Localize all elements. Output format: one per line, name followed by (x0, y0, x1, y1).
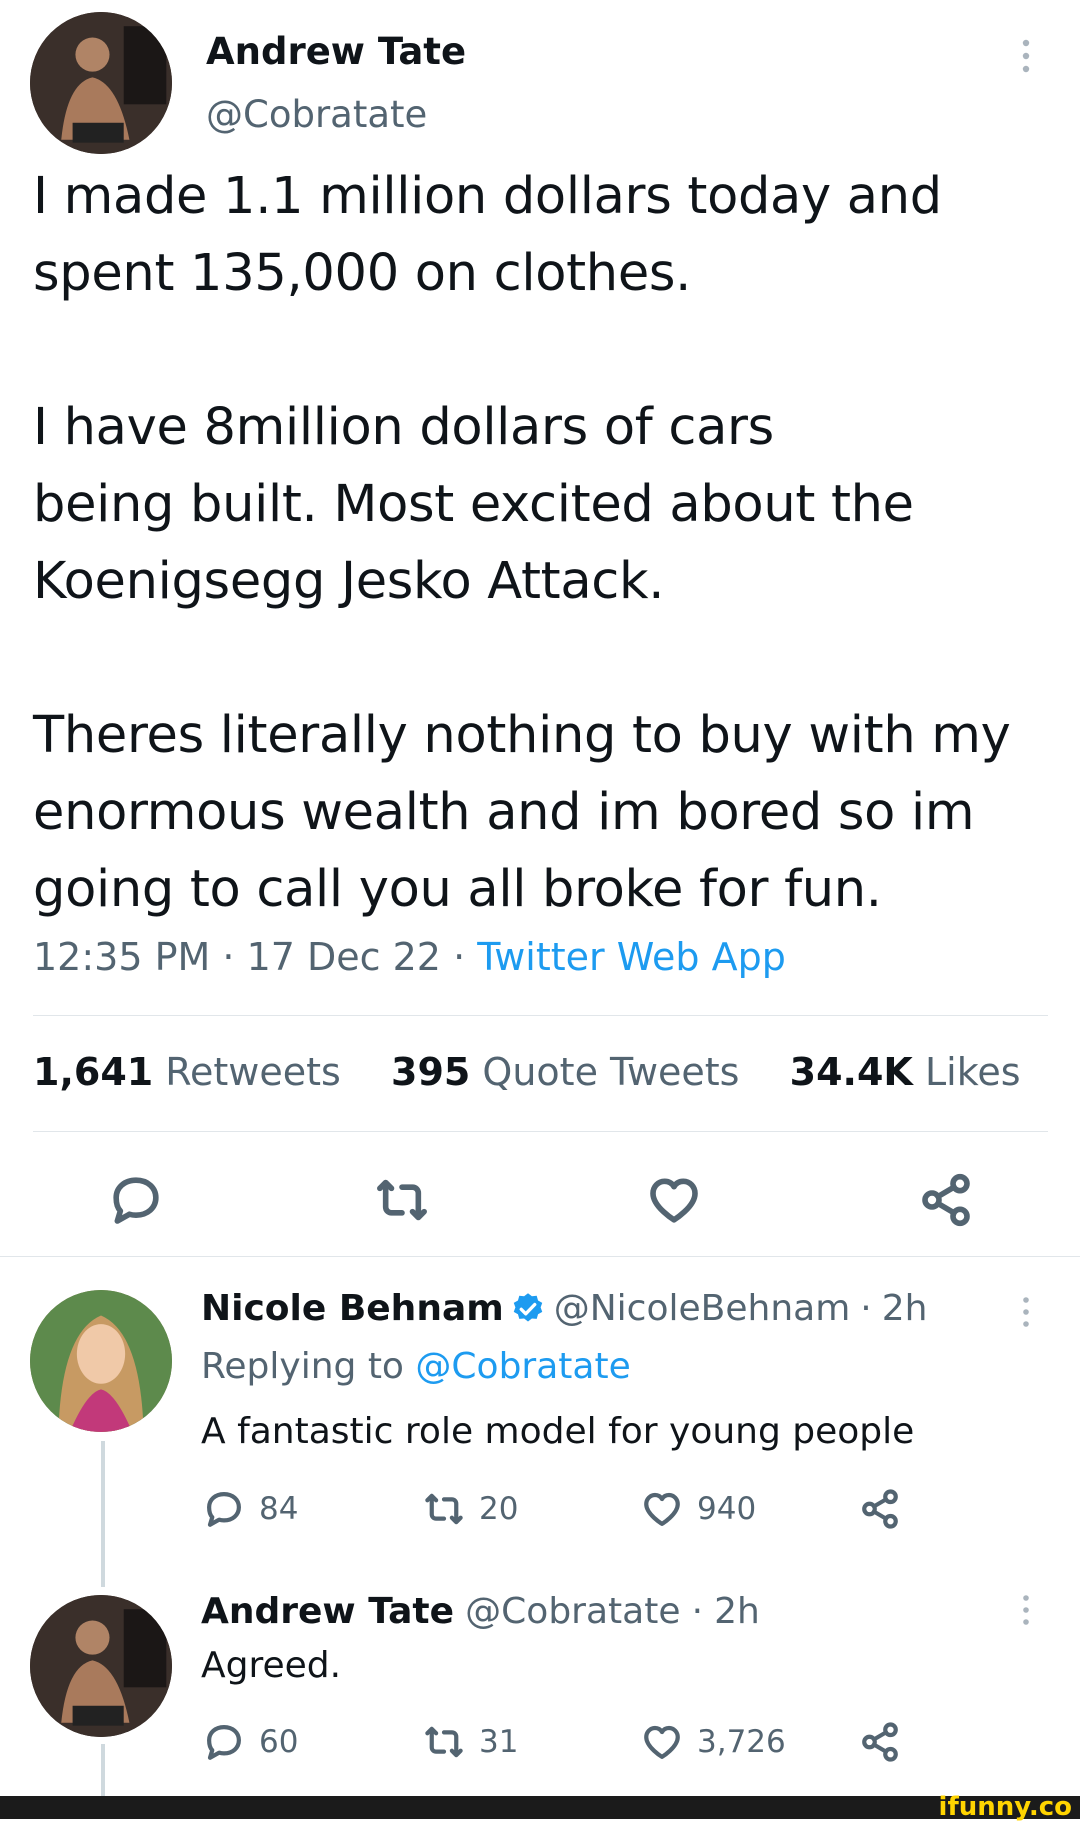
retweets-stat[interactable]: 1,641 Retweets (33, 1050, 353, 1094)
reply-more-options-icon[interactable] (1016, 1594, 1036, 1626)
meta-separator: · (222, 935, 235, 979)
watermark-text: ifunny.co (938, 1792, 1072, 1822)
heart-icon (650, 1178, 698, 1223)
heart-icon (644, 1725, 680, 1759)
retweets-label: Retweets (165, 1050, 341, 1094)
divider (0, 1256, 1080, 1257)
author-name[interactable]: Andrew Tate (206, 30, 466, 73)
tweet-date: 17 Dec 22 (246, 935, 441, 979)
retweet-count: 20 (479, 1491, 519, 1527)
divider (33, 1015, 1048, 1016)
tweet-stats: 1,641 Retweets 395 Quote Tweets 34.4K Li… (33, 1050, 1021, 1094)
retweet-icon (425, 1726, 463, 1758)
reply-author-name[interactable]: Nicole Behnam (201, 1288, 504, 1329)
share-button[interactable] (859, 1721, 901, 1763)
reply-time[interactable]: 2h (882, 1288, 928, 1329)
share-icon (922, 1173, 970, 1227)
heart-icon (644, 1492, 680, 1526)
share-icon (862, 1489, 898, 1529)
retweet-icon (377, 1179, 427, 1221)
reply-author-name[interactable]: Andrew Tate (201, 1591, 454, 1632)
like-count: 3,726 (697, 1724, 786, 1760)
reply-count-button[interactable]: 60 (203, 1721, 298, 1763)
reply-more-options-icon[interactable] (1016, 1296, 1036, 1328)
like-count-button[interactable]: 940 (641, 1488, 756, 1530)
retweet-count-button[interactable]: 31 (423, 1721, 518, 1763)
reply-time[interactable]: 2h (714, 1591, 760, 1632)
reply-icon (113, 1177, 159, 1224)
likes-count: 34.4K (789, 1050, 913, 1094)
reply-count-button[interactable]: 84 (203, 1488, 298, 1530)
author-handle[interactable]: @Cobratate (206, 93, 427, 136)
reply-author-handle[interactable]: @Cobratate (465, 1591, 680, 1632)
tweet-source-link[interactable]: Twitter Web App (477, 935, 786, 979)
reply-button[interactable] (108, 1172, 164, 1228)
like-button[interactable] (646, 1172, 702, 1228)
reply-avatar[interactable] (30, 1595, 172, 1737)
reply-avatar[interactable] (30, 1290, 172, 1432)
quotes-label: Quote Tweets (482, 1050, 740, 1094)
reply-header: Andrew Tate @Cobratate · 2h (201, 1591, 760, 1632)
replying-to-handle[interactable]: @Cobratate (415, 1346, 630, 1387)
retweet-icon (425, 1493, 463, 1525)
retweet-count: 31 (479, 1724, 519, 1760)
likes-stat[interactable]: 34.4K Likes (790, 1050, 1021, 1094)
meta-separator: · (691, 1591, 704, 1632)
reply-icon (207, 1492, 241, 1527)
like-count: 940 (697, 1491, 757, 1527)
replying-to: Replying to @Cobratate (201, 1346, 631, 1387)
share-button[interactable] (859, 1488, 901, 1530)
retweet-count-button[interactable]: 20 (423, 1488, 518, 1530)
reply-author-handle[interactable]: @NicoleBehnam (554, 1288, 851, 1329)
tweet-time: 12:35 PM (33, 935, 211, 979)
author-avatar[interactable] (30, 12, 172, 154)
quotes-count: 395 (391, 1050, 471, 1094)
tweet-text: I made 1.1 million dollars today and spe… (33, 167, 1011, 919)
meta-separator: · (860, 1288, 872, 1329)
divider (33, 1131, 1048, 1132)
more-options-icon[interactable] (1016, 38, 1036, 74)
reply-count: 84 (259, 1491, 299, 1527)
verified-badge-icon (510, 1291, 546, 1327)
share-button[interactable] (918, 1172, 974, 1228)
thread-line (101, 1744, 105, 1796)
tweet-meta: 12:35 PM · 17 Dec 22 · Twitter Web App (33, 935, 786, 979)
replying-to-label: Replying to (201, 1346, 404, 1387)
reply-text: A fantastic role model for young people (201, 1411, 915, 1452)
retweets-count: 1,641 (33, 1050, 154, 1094)
share-icon (862, 1722, 898, 1762)
like-count-button[interactable]: 3,726 (641, 1721, 786, 1763)
thread-line (101, 1441, 105, 1587)
reply-text: Agreed. (201, 1645, 342, 1686)
meta-separator: · (453, 935, 466, 979)
likes-label: Likes (924, 1050, 1021, 1094)
reply-icon (207, 1725, 241, 1760)
reply-count: 60 (259, 1724, 299, 1760)
watermark-bar: ifunny.co (0, 1792, 1080, 1822)
quotes-stat[interactable]: 395 Quote Tweets (391, 1050, 752, 1094)
retweet-button[interactable] (374, 1172, 430, 1228)
reply-header: Nicole Behnam @NicoleBehnam · 2h (201, 1288, 927, 1329)
